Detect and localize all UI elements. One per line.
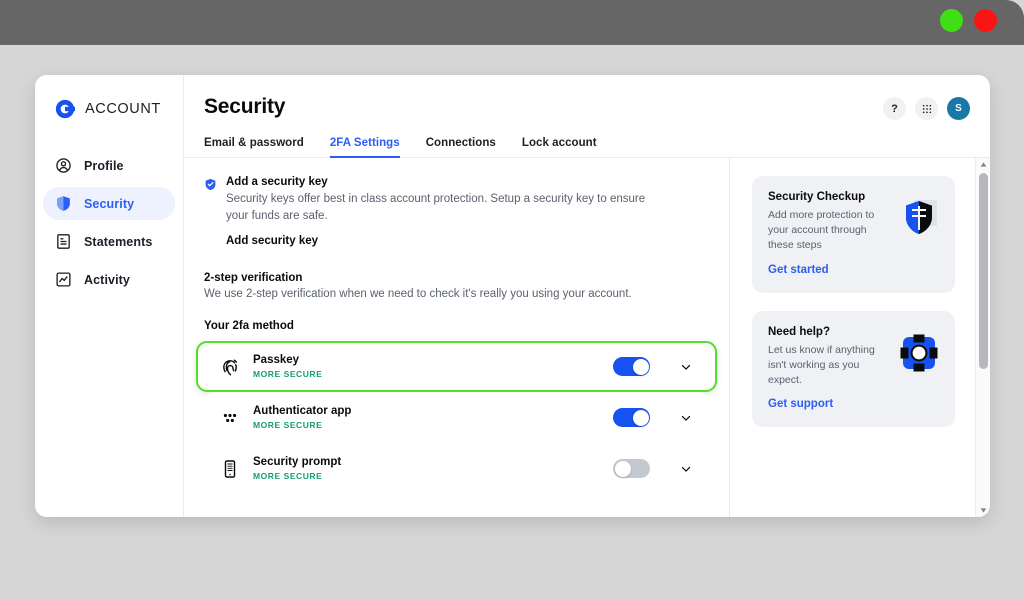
scroll-up-arrow[interactable] bbox=[980, 158, 987, 171]
security-key-description: Security keys offer best in class accoun… bbox=[226, 193, 646, 222]
coinbase-logo-icon bbox=[55, 99, 75, 119]
method-name: Passkey bbox=[253, 354, 300, 367]
mobile-phone-icon bbox=[220, 459, 240, 479]
sidebar-item-label: Activity bbox=[84, 272, 130, 287]
sidebar: ACCOUNT Profile Security Statements Acti… bbox=[35, 75, 184, 517]
shield-check-icon bbox=[204, 178, 217, 191]
tab-lock-account[interactable]: Lock account bbox=[522, 137, 597, 158]
app-window: ACCOUNT Profile Security Statements Acti… bbox=[35, 75, 990, 517]
tab-email-password[interactable]: Email & password bbox=[204, 137, 304, 158]
sidebar-item-security[interactable]: Security bbox=[43, 187, 175, 220]
scrollbar-thumb[interactable] bbox=[979, 173, 988, 369]
browser-chrome bbox=[0, 0, 1024, 45]
method-row-passkey[interactable]: Passkey MORE SECURE bbox=[196, 341, 717, 393]
shield-badge-icon bbox=[899, 198, 939, 238]
method-list: Passkey MORE SECURE Authenticator app MO… bbox=[196, 341, 717, 495]
scroll-down-arrow[interactable] bbox=[980, 504, 987, 517]
user-circle-icon bbox=[55, 157, 72, 174]
method-toggle-security-prompt[interactable] bbox=[613, 459, 650, 479]
add-security-key-button[interactable]: Add security key bbox=[226, 235, 318, 247]
chevron-down-icon[interactable] bbox=[679, 462, 693, 476]
sidebar-nav: Profile Security Statements Activity bbox=[35, 149, 183, 296]
security-key-section: Add a security key Security keys offer b… bbox=[204, 176, 709, 249]
methods-heading: Your 2fa method bbox=[204, 320, 294, 333]
content-column: Add a security key Security keys offer b… bbox=[184, 158, 730, 517]
body-area: Add a security key Security keys offer b… bbox=[184, 158, 990, 517]
apps-grid-button[interactable] bbox=[915, 97, 938, 120]
sidebar-item-label: Profile bbox=[84, 158, 124, 173]
chevron-down-icon[interactable] bbox=[679, 360, 693, 374]
tab-bar: Email & password 2FA Settings Connection… bbox=[184, 137, 990, 158]
right-rail: Security Checkup Add more protection to … bbox=[730, 158, 975, 517]
sidebar-item-profile[interactable]: Profile bbox=[43, 149, 175, 182]
tab-connections[interactable]: Connections bbox=[426, 137, 496, 158]
page-header: Security ? S bbox=[184, 75, 990, 120]
minimize-window-button[interactable] bbox=[940, 9, 963, 32]
method-badge: MORE SECURE bbox=[253, 369, 323, 380]
help-button[interactable]: ? bbox=[883, 97, 906, 120]
method-name: Authenticator app bbox=[253, 405, 352, 418]
method-text: Security prompt MORE SECURE bbox=[253, 456, 600, 481]
shield-icon bbox=[55, 195, 72, 212]
window-controls bbox=[940, 9, 997, 32]
life-ring-icon bbox=[899, 333, 939, 373]
activity-chart-icon bbox=[55, 271, 72, 288]
method-toggle-passkey[interactable] bbox=[613, 357, 650, 377]
brand[interactable]: ACCOUNT bbox=[35, 94, 183, 124]
method-name: Security prompt bbox=[253, 456, 342, 469]
main-panel: Security ? S Email & password 2FA Settin… bbox=[184, 75, 990, 517]
method-badge: MORE SECURE bbox=[253, 471, 323, 482]
get-started-link[interactable]: Get started bbox=[768, 264, 829, 276]
account-avatar[interactable]: S bbox=[947, 97, 970, 120]
content-scrollbar[interactable] bbox=[975, 158, 990, 517]
two-step-section: 2-step verification We use 2-step verifi… bbox=[204, 272, 709, 332]
fingerprint-icon bbox=[220, 357, 240, 377]
header-actions: ? S bbox=[883, 95, 970, 120]
sidebar-item-statements[interactable]: Statements bbox=[43, 225, 175, 258]
close-window-button[interactable] bbox=[974, 9, 997, 32]
sidebar-item-activity[interactable]: Activity bbox=[43, 263, 175, 296]
method-text: Passkey MORE SECURE bbox=[253, 354, 600, 379]
scrollbar-track[interactable] bbox=[976, 171, 990, 504]
grid-icon bbox=[922, 104, 931, 113]
method-badge: MORE SECURE bbox=[253, 420, 323, 431]
screen: ACCOUNT Profile Security Statements Acti… bbox=[0, 0, 1024, 599]
security-key-title: Add a security key bbox=[226, 176, 328, 188]
tab-2fa-settings[interactable]: 2FA Settings bbox=[329, 137, 400, 158]
brand-label: ACCOUNT bbox=[85, 101, 161, 117]
card-need-help: Need help? Let us know if anything isn't… bbox=[752, 310, 955, 428]
dots-grid-icon bbox=[220, 408, 240, 428]
two-step-description: We use 2-step verification when we need … bbox=[204, 288, 632, 301]
method-row-security-prompt[interactable]: Security prompt MORE SECURE bbox=[204, 443, 709, 495]
method-toggle-authenticator-app[interactable] bbox=[613, 408, 650, 428]
chevron-down-icon[interactable] bbox=[679, 411, 693, 425]
card-description: Let us know if anything isn't working as… bbox=[768, 343, 875, 386]
method-row-authenticator-app[interactable]: Authenticator app MORE SECURE bbox=[204, 392, 709, 444]
two-step-title: 2-step verification bbox=[204, 272, 303, 285]
sidebar-item-label: Security bbox=[84, 196, 135, 211]
page-title: Security bbox=[204, 95, 286, 118]
method-text: Authenticator app MORE SECURE bbox=[253, 405, 600, 430]
right-rail-wrapper: Security Checkup Add more protection to … bbox=[730, 158, 990, 517]
get-support-link[interactable]: Get support bbox=[768, 398, 833, 410]
document-icon bbox=[55, 233, 72, 250]
card-description: Add more protection to your account thro… bbox=[768, 209, 875, 251]
card-security-checkup: Security Checkup Add more protection to … bbox=[752, 176, 955, 293]
sidebar-item-label: Statements bbox=[84, 234, 153, 249]
